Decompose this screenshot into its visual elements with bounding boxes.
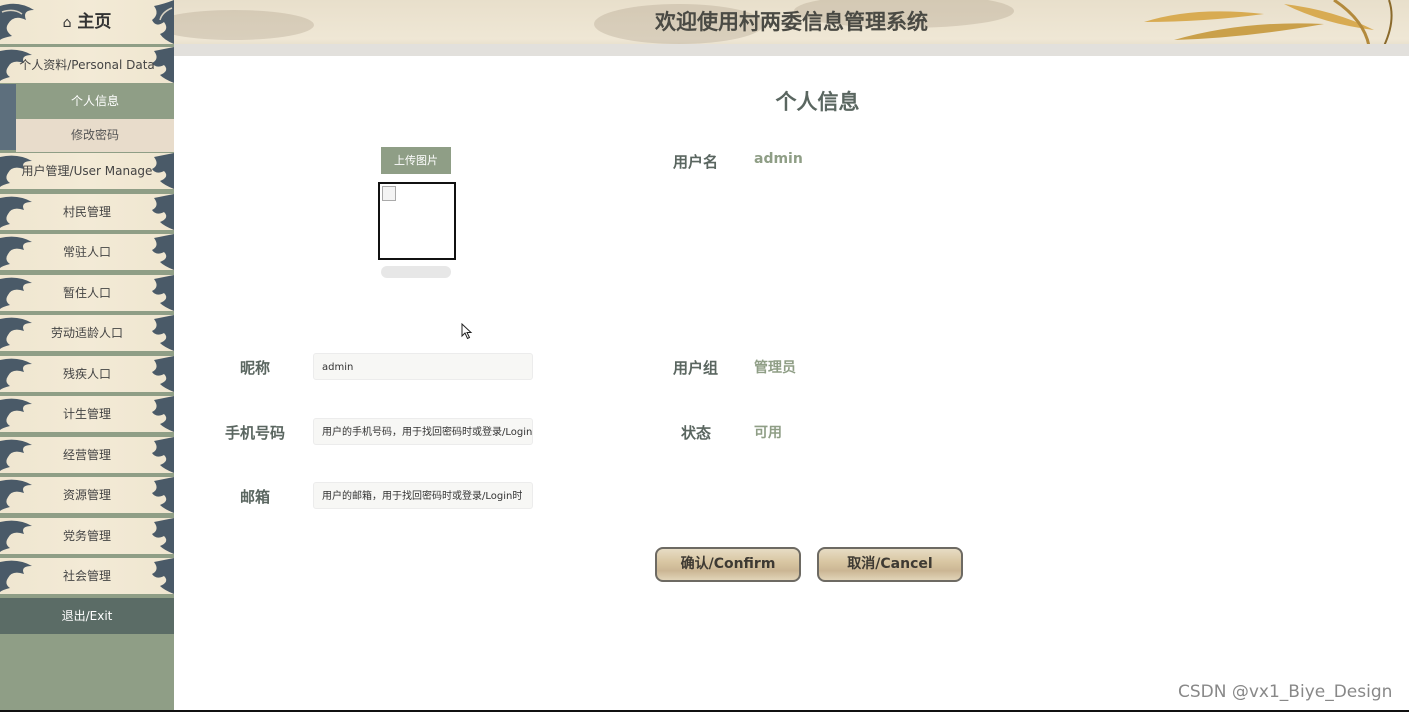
email-label: 邮箱 (240, 488, 271, 506)
nav-family-planning-label: 计生管理 (62, 407, 111, 421)
sub-item-change-password[interactable]: 修改密码 (16, 119, 174, 152)
mouse-cursor-icon (461, 323, 473, 340)
nav-home-label: 主页 (77, 12, 112, 32)
nav-resource-label: 资源管理 (62, 488, 111, 502)
nav-villager[interactable]: 村民管理 (0, 194, 174, 230)
watermark: CSDN @vx1_Biye_Design (1178, 682, 1393, 702)
wave-decoration-icon (152, 194, 174, 230)
nav-home[interactable]: ⌂ 主页 (0, 0, 174, 44)
nav-resident-label: 常驻人口 (62, 245, 111, 259)
header-divider (174, 44, 1409, 56)
nav-personal-data[interactable]: 个人资料/Personal Data (0, 47, 174, 83)
wave-decoration-icon (0, 439, 32, 471)
phone-input[interactable]: 用户的手机号码，用于找回密码时或登录/Login时 (313, 418, 533, 445)
upload-image-button[interactable]: 上传图片 (381, 147, 451, 174)
sub-item-personal-info[interactable]: 个人信息 (16, 85, 174, 118)
wave-decoration-icon (0, 479, 32, 511)
nav-social-label: 社会管理 (62, 569, 111, 583)
wave-decoration-icon (152, 0, 174, 44)
status-value: 可用 (754, 425, 782, 441)
email-input[interactable]: 用户的邮箱，用于找回密码时或登录/Login时 (313, 482, 533, 509)
wave-decoration-icon (0, 236, 32, 268)
nav-family-planning[interactable]: 计生管理 (0, 396, 174, 432)
wave-decoration-icon (0, 317, 32, 349)
nav-resident[interactable]: 常驻人口 (0, 234, 174, 270)
nav-temporary-label: 暂住人口 (62, 286, 111, 300)
nav-business-label: 经营管理 (62, 448, 111, 462)
wave-decoration-icon (152, 356, 174, 392)
wave-decoration-icon (0, 358, 32, 390)
confirm-button[interactable]: 确认/Confirm (655, 547, 801, 582)
broken-image-icon (382, 186, 396, 201)
username-value: admin (754, 151, 803, 167)
user-group-value: 管理员 (754, 360, 796, 376)
nav-personal-data-label: 个人资料/Personal Data (19, 58, 155, 72)
nav-temporary[interactable]: 暂住人口 (0, 275, 174, 311)
nav-social[interactable]: 社会管理 (0, 558, 174, 594)
wave-decoration-icon (0, 398, 32, 430)
nav-party[interactable]: 党务管理 (0, 518, 174, 554)
nav-working-age-label: 劳动适龄人口 (50, 326, 123, 340)
header: 欢迎使用村两委信息管理系统 (174, 0, 1409, 56)
wave-decoration-icon (0, 196, 32, 228)
nav-disabled-label: 残疾人口 (62, 367, 111, 381)
nav-working-age[interactable]: 劳动适龄人口 (0, 315, 174, 351)
user-group-label: 用户组 (673, 359, 719, 377)
sidebar: ⌂ 主页 个人资料/Personal Data 个人信息 修改密码 用户管理/U… (0, 0, 174, 712)
nav-disabled[interactable]: 残疾人口 (0, 356, 174, 392)
avatar-caption-bar (381, 266, 451, 278)
nav-business[interactable]: 经营管理 (0, 437, 174, 473)
home-icon: ⌂ (62, 15, 72, 31)
wave-decoration-icon (0, 3, 34, 40)
nav-exit[interactable]: 退出/Exit (0, 598, 174, 634)
phone-label: 手机号码 (225, 424, 286, 442)
nav-villager-label: 村民管理 (62, 205, 111, 219)
wave-decoration-icon (152, 558, 174, 594)
nav-user-manage-label: 用户管理/User Manage (21, 164, 153, 178)
wave-decoration-icon (152, 518, 174, 554)
wave-decoration-icon (0, 520, 32, 552)
username-label: 用户名 (673, 153, 719, 171)
wave-decoration-icon (152, 234, 174, 270)
nav-resource[interactable]: 资源管理 (0, 477, 174, 513)
nav-party-label: 党务管理 (62, 529, 111, 543)
status-label: 状态 (681, 424, 712, 442)
nickname-input[interactable]: admin (313, 353, 533, 380)
wave-decoration-icon (152, 315, 174, 351)
cancel-button[interactable]: 取消/Cancel (817, 547, 963, 582)
nav-user-manage[interactable]: 用户管理/User Manage (0, 153, 174, 189)
submenu-strip (0, 84, 16, 150)
wave-decoration-icon (152, 437, 174, 473)
page-title: 个人信息 (775, 90, 860, 114)
header-title: 欢迎使用村两委信息管理系统 (655, 10, 928, 34)
wave-decoration-icon (152, 396, 174, 432)
wave-decoration-icon (152, 477, 174, 513)
wave-decoration-icon (0, 277, 32, 309)
wave-decoration-icon (0, 560, 32, 592)
avatar (378, 182, 456, 260)
wave-decoration-icon (152, 275, 174, 311)
nickname-label: 昵称 (240, 359, 271, 377)
